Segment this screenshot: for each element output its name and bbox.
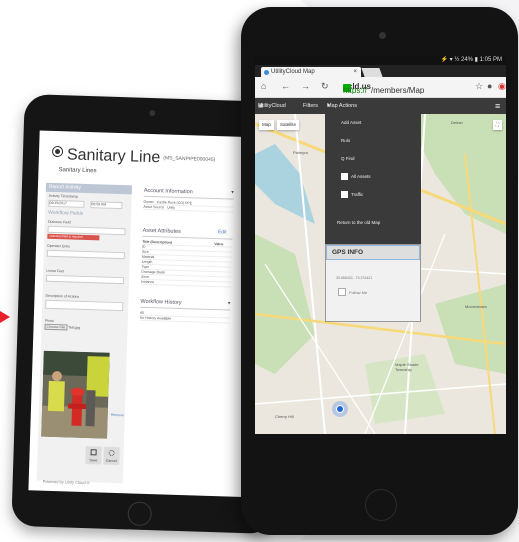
map-type-satellite-button[interactable]: Satellite — [277, 120, 300, 130]
checkbox-icon[interactable] — [338, 288, 346, 296]
report-activity-panel: Report Activity Activity Timestamp 06/15… — [36, 182, 133, 484]
record-icon — [51, 145, 64, 158]
cancel-label: Cancel — [105, 458, 117, 464]
save-icon — [90, 449, 97, 456]
front-tablet-screen: ⚡ ▾ ½ 24% ▮ 1:05 PM UtilityCloud Map × ⌂… — [255, 56, 506, 434]
file-name: Test.jpg — [68, 325, 81, 330]
record-id: (MS_SANPIPE000045) — [163, 155, 216, 164]
browser-tab[interactable]: UtilityCloud Map × — [261, 67, 361, 77]
save-label: Save — [89, 458, 98, 463]
fullscreen-icon[interactable]: ⛶ — [492, 120, 502, 130]
footer-text: Powered by Unity Cloud ® — [42, 478, 90, 486]
gear-icon — [108, 449, 115, 456]
record-title-text: Sanitary Line — [66, 146, 161, 167]
map-label: Moorestown — [465, 304, 487, 309]
menu-item-find[interactable]: Q Find — [325, 150, 421, 168]
favicon-icon — [264, 70, 269, 75]
checkbox-icon[interactable] — [341, 191, 348, 198]
save-button[interactable]: Save — [85, 446, 102, 465]
status-bar: ⚡ ▾ ½ 24% ▮ 1:05 PM — [255, 56, 506, 65]
app-toolbar: ▦ UtilityCloud Filters Map Actions ▾ ≡ — [255, 98, 506, 114]
asset-photo — [41, 350, 110, 439]
description-input[interactable] — [45, 299, 124, 312]
cancel-button[interactable]: Cancel — [103, 446, 120, 466]
front-tablet: ⚡ ▾ ½ 24% ▮ 1:05 PM UtilityCloud Map × ⌂… — [241, 7, 518, 535]
outcome-error: Outcome field is required — [47, 233, 100, 241]
back-tablet-screen: Sanitary Line (MS_SANPIPE000045) Sanitary… — [28, 130, 270, 498]
camera — [379, 32, 386, 39]
chevron-down-icon: ▾ — [231, 189, 234, 196]
tab-title: UtilityCloud Map — [271, 69, 315, 75]
filters-menu[interactable]: Filters — [303, 98, 318, 114]
photo-remove-link[interactable]: Remove — [111, 413, 124, 417]
current-location-marker[interactable] — [332, 401, 348, 417]
menu-item-rulo[interactable]: Rulo — [325, 132, 421, 150]
linear-feet-input[interactable] — [45, 274, 125, 285]
home-button[interactable] — [127, 501, 153, 527]
chevron-down-icon: ▾ — [327, 103, 330, 109]
map-actions-dropdown: Add Asset Rulo Q Find All Assets Traffic… — [325, 114, 421, 244]
home-icon[interactable]: ⌂ — [261, 81, 266, 91]
camera — [149, 109, 156, 117]
edit-link[interactable]: Edit — [218, 229, 227, 235]
gps-coordinates: 39.658432, -74.374421 — [336, 276, 373, 280]
account-title: Account Information — [143, 187, 193, 196]
address-bar-row: ⌂ ← → ↻ https://ucld.us/members/Map ☆ ● … — [255, 77, 506, 98]
gps-info-title: GPS INFO — [326, 245, 420, 260]
account-section-title[interactable]: Account Information ▾ — [143, 185, 234, 200]
extension-icon[interactable]: ◉ — [498, 81, 506, 92]
close-icon[interactable]: × — [353, 67, 357, 77]
map-label: Palmyra — [293, 150, 308, 155]
attributes-section-title: Asset Attributes Edit — [142, 225, 233, 240]
date-input[interactable]: 06/15/2017 — [48, 199, 85, 208]
map-label: Delran — [451, 120, 463, 125]
star-icon[interactable]: ☆ — [475, 81, 483, 92]
chevron-down-icon: ▾ — [227, 300, 231, 307]
menu-item-all-assets[interactable]: All Assets — [325, 168, 421, 186]
menu-item-old-map[interactable]: Return to the old Map — [325, 214, 421, 232]
hamburger-menu-icon[interactable]: ≡ — [495, 98, 500, 114]
browser-tab-strip: UtilityCloud Map × — [255, 65, 506, 77]
history-section-title[interactable]: Workflow History ▾ — [140, 296, 231, 311]
new-tab-button[interactable] — [361, 68, 383, 77]
asset-info-panel: Account Information ▾ Owner Castle Rock … — [138, 185, 234, 389]
home-button[interactable] — [365, 489, 397, 521]
mic-icon[interactable]: ● — [487, 81, 492, 91]
url-field[interactable]: https://ucld.us/members/Map — [343, 80, 473, 94]
attributes-title: Asset Attributes — [142, 227, 181, 235]
operator-input[interactable] — [46, 249, 125, 260]
record-subtitle: Sanitary Lines — [58, 167, 97, 175]
menu-item-add-asset[interactable]: Add Asset — [325, 114, 421, 132]
map-label: Cherry Hill — [275, 414, 294, 419]
follow-me-checkbox[interactable]: Follow Me — [338, 288, 420, 296]
back-arrow-icon[interactable]: ← — [281, 81, 290, 91]
history-title: Workflow History — [140, 298, 182, 307]
record-title: Sanitary Line (MS_SANPIPE000045) — [51, 145, 216, 169]
red-arrow-icon — [0, 311, 10, 323]
menu-item-traffic[interactable]: Traffic — [325, 186, 421, 204]
choose-file-button[interactable]: Choose File — [44, 323, 68, 331]
time-input[interactable]: 09:58 AM — [90, 201, 123, 210]
map-label: Maple Shade Township — [395, 362, 419, 372]
reload-icon[interactable]: ↻ — [321, 81, 329, 92]
gps-info-panel: GPS INFO 39.658432, -74.374421 Follow Me — [325, 244, 421, 322]
forward-arrow-icon[interactable]: → — [301, 81, 310, 91]
map-type-map-button[interactable]: Map — [259, 120, 274, 130]
checkbox-icon[interactable] — [341, 173, 348, 180]
